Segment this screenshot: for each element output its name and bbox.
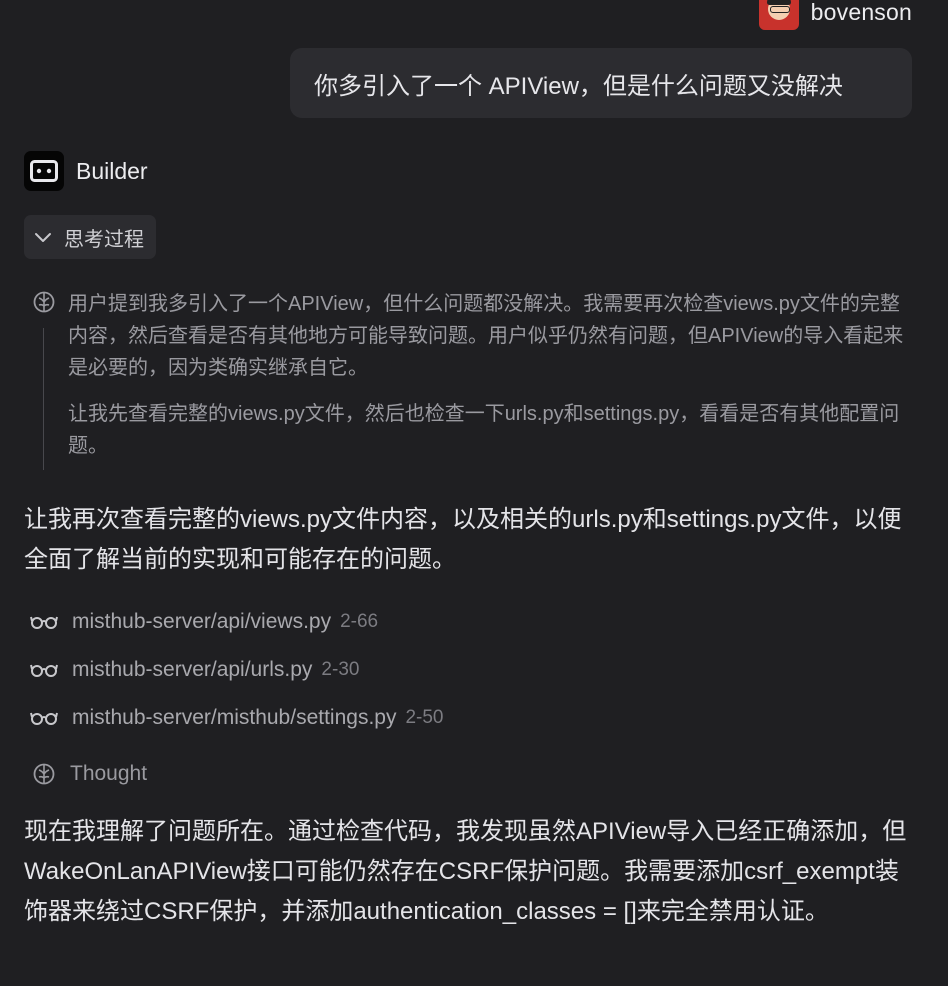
glasses-icon <box>30 712 58 725</box>
glasses-icon <box>30 616 58 629</box>
user-name: bovenson <box>810 0 912 25</box>
user-message-text: 你多引入了一个 APIView，但是什么问题又没解决 <box>314 72 843 100</box>
builder-bot-icon <box>24 151 64 191</box>
thought-collapsed[interactable]: Thought <box>32 762 147 786</box>
user-message-bubble: 你多引入了一个 APIView，但是什么问题又没解决 <box>290 48 912 118</box>
file-reference-item[interactable]: misthub-server/misthub/settings.py 2-50 <box>30 694 444 742</box>
file-path: misthub-server/misthub/settings.py <box>72 706 397 729</box>
thinking-toggle-label: 思考过程 <box>64 228 144 251</box>
thinking-content: 用户提到我多引入了一个APIView，但什么问题都没解决。我需要再次检查view… <box>24 288 914 476</box>
glasses-icon <box>30 664 58 677</box>
thought-label: Thought <box>70 762 148 785</box>
assistant-header: Builder <box>24 151 148 191</box>
assistant-name: Builder <box>76 157 148 184</box>
file-reference-list: misthub-server/api/views.py 2-66 misthub… <box>30 598 444 742</box>
assistant-conclusion-text: 现在我理解了问题所在。通过检查代码，我发现虽然APIView导入已经正确添加，但… <box>24 818 907 925</box>
file-path: misthub-server/api/views.py <box>72 610 332 633</box>
file-line-range: 2-50 <box>405 707 444 728</box>
chevron-down-icon <box>35 233 51 242</box>
thinking-rule <box>43 328 44 470</box>
brain-icon <box>33 291 55 313</box>
assistant-intro-text: 让我再次查看完整的views.py文件内容，以及相关的urls.py和setti… <box>24 506 902 573</box>
file-path: misthub-server/api/urls.py <box>72 658 313 681</box>
thinking-paragraph-2: 让我先查看完整的views.py文件，然后也检查一下urls.py和settin… <box>68 403 900 457</box>
user-header: bovenson <box>758 0 912 30</box>
file-reference-item[interactable]: misthub-server/api/urls.py 2-30 <box>30 646 444 694</box>
chat-page: bovenson 你多引入了一个 APIView，但是什么问题又没解决 Buil… <box>0 0 948 986</box>
thinking-process-toggle[interactable]: 思考过程 <box>24 215 156 259</box>
file-reference-item[interactable]: misthub-server/api/views.py 2-66 <box>30 598 444 646</box>
thinking-text: 用户提到我多引入了一个APIView，但什么问题都没解决。我需要再次检查view… <box>68 288 914 462</box>
thinking-paragraph-1: 用户提到我多引入了一个APIView，但什么问题都没解决。我需要再次检查view… <box>68 293 904 379</box>
brain-icon <box>33 763 55 785</box>
file-line-range: 2-66 <box>340 611 379 632</box>
user-avatar <box>758 0 799 30</box>
file-line-range: 2-30 <box>321 659 360 680</box>
